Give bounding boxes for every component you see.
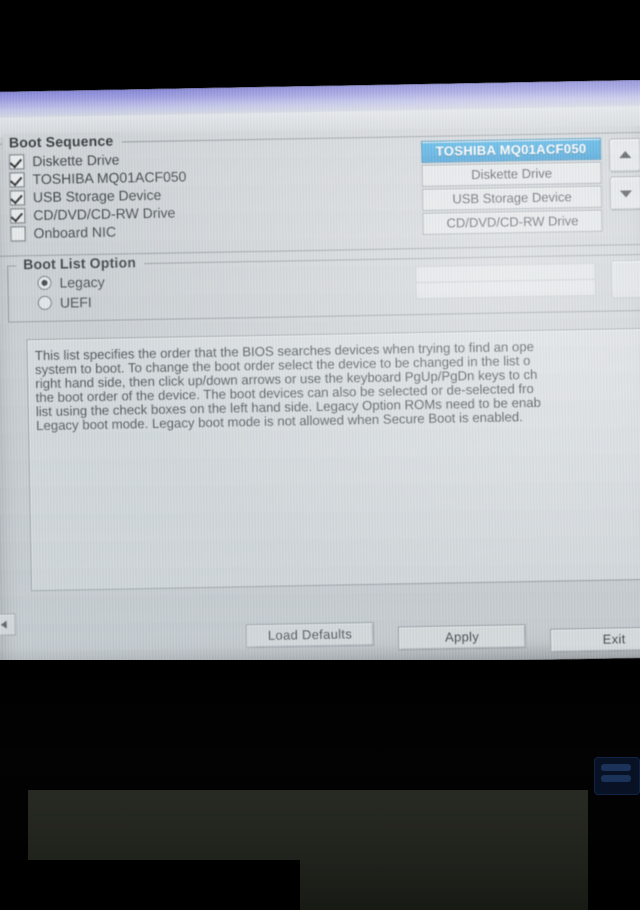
boot-device-row-1[interactable]: TOSHIBA MQ01ACF050 bbox=[9, 168, 187, 188]
boot-device-row-4[interactable]: Onboard NIC bbox=[10, 224, 116, 242]
background-shadow bbox=[0, 860, 300, 910]
checkbox-diskette-drive[interactable] bbox=[9, 153, 25, 170]
boot-device-row-0[interactable]: Diskette Drive bbox=[9, 151, 120, 170]
move-up-button[interactable] bbox=[608, 137, 640, 173]
boot-device-label: Diskette Drive bbox=[32, 151, 120, 170]
boot-order-item[interactable]: CD/DVD/CD-RW Drive bbox=[422, 209, 603, 235]
exit-button[interactable]: Exit bbox=[549, 626, 640, 653]
boot-list-option-uefi[interactable]: UEFI bbox=[37, 294, 92, 311]
boot-device-label: CD/DVD/CD-RW Drive bbox=[33, 204, 176, 224]
boot-device-label: Onboard NIC bbox=[33, 223, 117, 242]
boot-sequence-legend: Boot Sequence bbox=[3, 132, 119, 151]
apply-button[interactable]: Apply bbox=[397, 624, 527, 651]
boot-list-option-label: UEFI bbox=[59, 294, 92, 311]
intel-sticker bbox=[594, 757, 640, 795]
boot-order-item[interactable]: Diskette Drive bbox=[421, 161, 602, 187]
boot-device-row-3[interactable]: CD/DVD/CD-RW Drive bbox=[10, 205, 175, 224]
boot-device-label: USB Storage Device bbox=[32, 186, 162, 206]
boot-order-list[interactable]: TOSHIBA MQ01ACF050 Diskette Drive USB St… bbox=[420, 137, 603, 237]
load-defaults-button[interactable]: Load Defaults bbox=[245, 621, 375, 649]
bios-content: Boot Sequence Diskette Drive TOSHIBA MQ0… bbox=[0, 80, 640, 670]
checkbox-toshiba-mq01acf050[interactable] bbox=[9, 171, 25, 188]
checkbox-onboard-nic[interactable] bbox=[10, 225, 26, 242]
arrow-down-icon bbox=[619, 190, 633, 198]
boot-device-label: TOSHIBA MQ01ACF050 bbox=[32, 168, 187, 188]
boot-device-row-2[interactable]: USB Storage Device bbox=[9, 186, 162, 206]
radio-uefi[interactable] bbox=[37, 295, 53, 311]
boot-order-item[interactable]: TOSHIBA MQ01ACF050 bbox=[420, 137, 602, 163]
scroll-left-button[interactable] bbox=[0, 613, 16, 636]
arrow-up-icon bbox=[619, 150, 632, 159]
bios-setup-screen: Boot Sequence Diskette Drive TOSHIBA MQ0… bbox=[0, 79, 640, 670]
move-down-button[interactable] bbox=[609, 175, 640, 211]
disabled-side-button bbox=[611, 259, 640, 299]
checkbox-usb-storage-device[interactable] bbox=[9, 189, 26, 206]
boot-order-item[interactable]: USB Storage Device bbox=[421, 185, 603, 211]
arrow-left-icon bbox=[0, 620, 7, 629]
boot-list-option-label: Legacy bbox=[59, 273, 105, 291]
checkbox-cd-dvd-cdrw-drive[interactable] bbox=[10, 207, 26, 224]
photographed-laptop-screen: Boot Sequence Diskette Drive TOSHIBA MQ0… bbox=[0, 0, 640, 910]
boot-list-option-legacy[interactable]: Legacy bbox=[37, 273, 105, 291]
disabled-option-row-2 bbox=[415, 278, 596, 300]
boot-list-option-legend: Boot List Option bbox=[18, 254, 142, 273]
radio-legacy[interactable] bbox=[37, 275, 52, 291]
